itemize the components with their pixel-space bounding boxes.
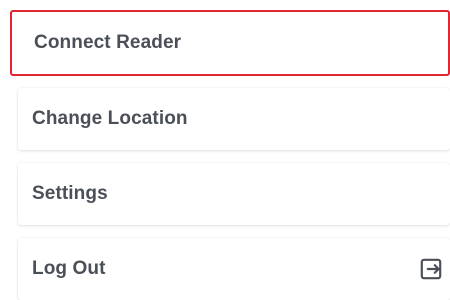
menu-item-label: Settings [32,183,108,204]
logout-icon [420,258,442,280]
menu-item-connect-reader[interactable]: Connect Reader [10,10,450,76]
menu-item-change-location[interactable]: Change Location [18,88,450,150]
menu-item-label: Log Out [32,258,106,279]
menu-item-log-out[interactable]: Log Out [18,238,450,300]
menu-item-label: Connect Reader [34,32,182,53]
menu-item-settings[interactable]: Settings [18,163,450,225]
menu: Connect Reader Change Location Settings … [10,0,450,300]
menu-item-label: Change Location [32,108,188,129]
